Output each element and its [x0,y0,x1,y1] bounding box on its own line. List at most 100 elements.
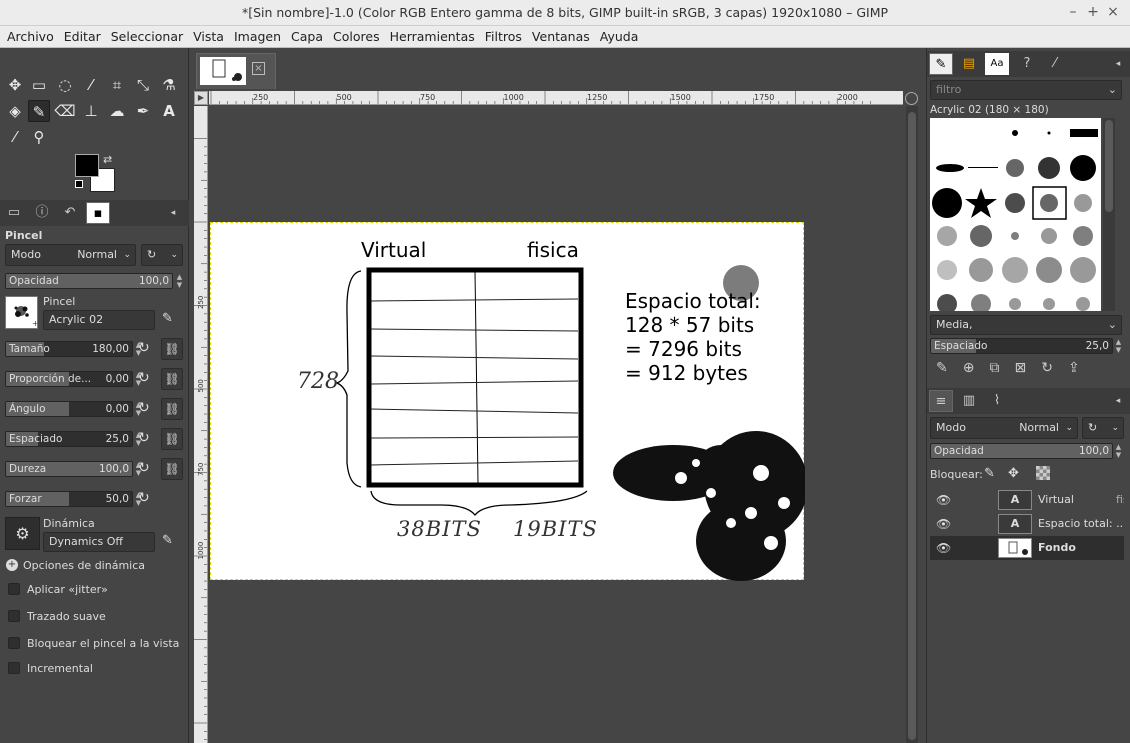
color-picker-tool-icon[interactable]: ⁄ [4,126,26,148]
link-hardness-icon[interactable]: ⛓ [161,458,183,480]
lock-brush-checkbox[interactable] [8,637,20,649]
transform-tool-icon[interactable]: ⤡ [132,74,154,96]
dock-menu-icon[interactable]: ◂ [1109,390,1127,412]
layer-mode-reset-select[interactable]: ↻ ⌄ [1082,417,1124,439]
link-aspect-icon[interactable]: ⛓ [161,368,183,390]
brush-grid-scrollbar[interactable] [1103,118,1115,311]
zoom-navigate-icon[interactable] [905,92,918,105]
brush-name-field[interactable]: Acrylic 02 [43,310,155,330]
menu-ventanas[interactable]: Ventanas [527,26,595,47]
jitter-checkbox[interactable] [8,583,20,595]
layer-row-espacio-total[interactable]: 👁 A Espacio total: ... [930,512,1124,536]
lock-alpha-icon[interactable] [1036,466,1050,480]
layer-opacity-spinner-icon[interactable]: ▲ ▼ [1114,443,1123,459]
link-size-icon[interactable]: ⛓ [161,338,183,360]
brush-tag-select[interactable]: Media, ⌄ [930,315,1122,335]
brush-spacing-spinner-icon[interactable]: ▲ ▼ [1114,338,1123,354]
edit-brush-action-icon[interactable]: ✎ [936,360,963,376]
force-slider[interactable]: Forzar 50,0 [5,491,133,507]
expand-plus-icon[interactable]: + [6,559,18,571]
menu-colores[interactable]: Colores [328,26,385,47]
minimize-button[interactable]: – [1064,3,1082,21]
menu-archivo[interactable]: Archivo [0,26,59,47]
brush-preview[interactable]: + [5,296,39,329]
incremental-checkbox[interactable] [8,662,20,674]
images-tab-icon[interactable]: ▪ [86,202,110,224]
brush-spacing-slider[interactable]: Espaciado 25,0 [930,338,1113,354]
aspect-ratio-slider[interactable]: Proporción de... 0,00 [5,371,133,387]
layer-mode-select[interactable]: Modo Normal ⌄ [930,417,1078,439]
reset-angle-icon[interactable]: ↻ [138,400,150,416]
warp-tool-icon[interactable]: ⚗ [158,74,180,96]
reset-spacing-icon[interactable]: ↻ [138,430,150,446]
duplicate-brush-icon[interactable]: ⧉ [989,360,1014,376]
zoom-tool-icon[interactable]: ⚲ [28,126,50,148]
eye-icon[interactable]: 👁 [936,488,951,512]
patterns-tab-icon[interactable]: ▤ [957,53,981,75]
reset-hardness-icon[interactable]: ↻ [138,460,150,476]
foreground-color-swatch[interactable] [75,154,99,177]
vertical-scrollbar[interactable] [906,106,918,743]
menu-filtros[interactable]: Filtros [480,26,527,47]
opacity-slider[interactable]: Opacidad 100,0 [5,273,173,289]
crop-tool-icon[interactable]: ⌗ [106,74,128,96]
clone-tool-icon[interactable]: ⊥ [80,100,102,122]
lasso-tool-icon[interactable]: ◌ [54,74,76,96]
dynamics-options-expander[interactable]: Opciones de dinámica [23,559,145,572]
size-slider[interactable]: Tamaño 180,00 [5,341,133,357]
menu-herramientas[interactable]: Herramientas [385,26,480,47]
quick-mask-corner-icon[interactable]: ▶ [194,91,208,105]
menu-ayuda[interactable]: Ayuda [595,26,644,47]
refresh-brushes-icon[interactable]: ↻ [1041,360,1068,376]
menu-editar[interactable]: Editar [59,26,106,47]
undo-history-tab-icon[interactable]: ↶ [58,202,82,224]
bucket-fill-tool-icon[interactable]: ◈ [4,100,26,122]
link-spacing-icon[interactable]: ⛓ [161,428,183,450]
scroll-thumb[interactable] [908,112,916,740]
close-button[interactable]: × [1104,3,1122,21]
rect-select-tool-icon[interactable]: ▭ [28,74,50,96]
reset-force-icon[interactable]: ↻ [138,490,150,506]
mode-reset-select[interactable]: ↻ ⌄ [141,244,183,266]
menu-vista[interactable]: Vista [188,26,229,47]
eye-icon[interactable]: 👁 [936,536,951,560]
new-brush-icon[interactable]: ⊕ [963,360,990,376]
layer-opacity-slider[interactable]: Opacidad 100,0 [930,443,1113,459]
eraser-tool-icon[interactable]: ⌫ [54,100,76,122]
menu-imagen[interactable]: Imagen [229,26,286,47]
move-tool-icon[interactable]: ✥ [4,74,26,96]
reset-aspect-icon[interactable]: ↻ [138,370,150,386]
delete-brush-icon[interactable]: ⊠ [1014,360,1041,376]
layer-row-virtual[interactable]: 👁 A Virtual fis [930,488,1124,512]
channels-tab-icon[interactable]: ▥ [957,390,981,412]
paths-tool-icon[interactable]: ✒ [132,100,154,122]
paintbrush-tool-icon[interactable]: ✎ [28,100,50,122]
dock-menu-icon[interactable]: ◂ [164,202,182,224]
tool-options-tab-icon[interactable]: ▭ [2,202,26,224]
device-status-tab-icon[interactable]: ⓘ [30,202,54,224]
paint-dynamics-tab-icon[interactable]: ⁄ [1043,53,1067,75]
spacing-slider[interactable]: Espaciado 25,0 [5,431,133,447]
hardness-slider[interactable]: Dureza 100,0 [5,461,133,477]
angle-slider[interactable]: Ángulo 0,00 [5,401,133,417]
menu-seleccionar[interactable]: Seleccionar [106,26,188,47]
smudge-tool-icon[interactable]: ☁ [106,100,128,122]
brush-grid[interactable] [930,118,1101,314]
edit-brush-icon[interactable]: ✎ [162,311,173,326]
default-colors-icon[interactable] [75,180,83,188]
help-tab-icon[interactable]: ? [1015,53,1039,75]
brush-grid-scroll-thumb[interactable] [1105,120,1113,212]
close-image-tab-icon[interactable]: × [252,62,265,75]
image-tab[interactable]: × [196,53,276,89]
paint-mode-select[interactable]: Modo Normal ⌄ [5,244,136,266]
text-tool-icon[interactable]: A [158,100,180,122]
maximize-button[interactable]: + [1084,3,1102,21]
fuzzy-select-tool-icon[interactable]: ⁄ [80,74,102,96]
dock-menu-icon[interactable]: ◂ [1109,53,1127,75]
lock-pixels-icon[interactable]: ✎ [984,466,995,481]
reset-size-icon[interactable]: ↻ [138,340,150,356]
opacity-spinner-icon[interactable]: ▲ ▼ [175,273,184,289]
open-as-image-icon[interactable]: ⇪ [1068,360,1095,376]
smooth-stroke-checkbox[interactable] [8,610,20,622]
link-angle-icon[interactable]: ⛓ [161,398,183,420]
